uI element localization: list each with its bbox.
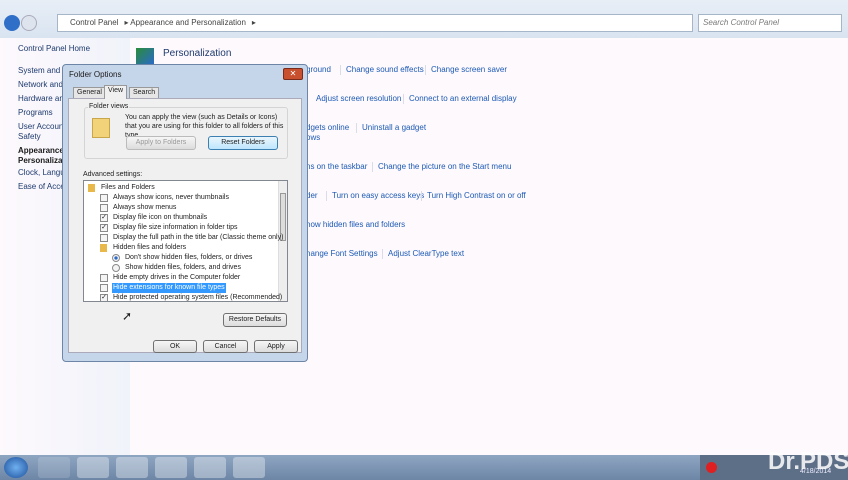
checkbox[interactable]: ✓ [100,214,108,222]
breadcrumb-control-panel[interactable]: Control Panel [70,18,118,27]
checkbox[interactable]: ✓ [100,224,108,232]
setting-label: Always show menus [113,204,177,211]
taskbar-start-icon[interactable] [4,457,28,478]
checkbox[interactable] [100,284,108,292]
separator [326,191,327,201]
task-link[interactable]: Change screen saver [431,65,507,74]
setting-label: Hide extensions for known file types [112,283,226,293]
advanced-settings-label: Advanced settings: [83,171,143,178]
folder-views-icon [92,118,110,138]
separator [372,162,373,172]
leftnav-item[interactable]: Programs [18,108,53,117]
separator [421,191,422,201]
taskbar-explorer-icon[interactable] [77,457,109,478]
breadcrumb-appearance[interactable]: Appearance and Personalization [130,18,246,27]
cancel-button[interactable]: Cancel [203,340,248,353]
checkbox[interactable]: ✓ [100,294,108,301]
checkbox[interactable] [100,204,108,212]
dialog-title: Folder Options [69,70,122,79]
close-button[interactable]: ✕ [283,68,303,80]
forward-button[interactable] [21,15,37,31]
task-link[interactable]: Change sound effects [346,65,424,74]
taskbar-chrome-icon[interactable] [116,457,148,478]
task-link[interactable]: ground [306,65,331,74]
setting-label: Display file icon on thumbnails [113,214,208,221]
setting-label: Files and Folders [101,184,155,191]
section-title: Personalization [163,48,232,59]
separator [356,123,357,133]
mouse-cursor-icon: ➚ [122,309,133,323]
ok-button[interactable]: OK [153,340,197,353]
radio-button[interactable] [112,254,120,262]
task-link[interactable]: Change the picture on the Start menu [378,162,511,171]
task-link[interactable]: Connect to an external display [409,94,517,103]
tab-view[interactable]: View [104,85,128,99]
setting-label: Don't show hidden files, folders, or dri… [125,254,253,261]
setting-label: Display the full path in the title bar (… [113,234,284,241]
setting-label: Display file size information in folder … [113,224,238,231]
setting-label: Hide protected operating system files (R… [113,294,283,301]
restore-defaults-button[interactable]: Restore Defaults [223,313,287,327]
task-link[interactable]: ns on the taskbar [306,162,367,171]
reset-folders-button[interactable]: Reset Folders [208,136,278,150]
separator [382,249,383,259]
folder-icon [88,184,95,192]
separator [425,65,426,75]
task-link[interactable]: Turn High Contrast on or off [427,191,526,200]
leftnav-item[interactable]: Personalizati [18,156,67,165]
task-link[interactable]: Adjust ClearType text [388,249,464,258]
leftnav-item[interactable]: Safety [18,132,41,141]
setting-label: Hidden files and folders [113,244,187,251]
separator [403,94,404,104]
apply-to-folders-button[interactable]: Apply to Folders [126,136,196,150]
leftnav-item[interactable]: System and S [18,66,68,75]
address-bar[interactable]: Control Panel ▸ Appearance and Personaliz… [57,14,693,32]
task-link[interactable]: ows [306,133,320,142]
advanced-settings-list: Files and Folders Always show icons, neve… [83,180,288,302]
folder-icon [100,244,107,252]
leftnav-item[interactable]: Network and [18,80,63,89]
folder-views-label: Folder views [88,103,130,110]
leftnav-item[interactable]: Hardware and [18,94,68,103]
task-link[interactable]: Adjust screen resolution [316,94,401,103]
taskbar-control-panel-icon[interactable] [194,457,226,478]
checkbox[interactable] [100,234,108,242]
apply-button[interactable]: Apply [254,340,298,353]
setting-label: Show hidden files, folders, and drives [125,264,241,271]
leftnav-item[interactable]: Control Panel Home [18,44,90,53]
task-link[interactable]: Turn on easy access keys [332,191,424,200]
stop-icon[interactable] [706,462,717,473]
checkbox[interactable] [100,194,108,202]
window-header: Control Panel ▸ Appearance and Personaliz… [0,0,848,38]
task-link[interactable]: hange Font Settings [306,249,378,258]
setting-label: Always show icons, never thumbnails [113,194,229,201]
setting-label: Hide empty drives in the Computer folder [113,274,241,281]
leftnav-item[interactable]: Clock, Langu [18,168,65,177]
search-input[interactable]: Search Control Panel [698,14,842,32]
taskbar-folder-options-icon[interactable] [233,457,265,478]
taskbar-media-player-icon[interactable] [38,457,70,478]
task-link[interactable]: dgets online [306,123,349,132]
radio-button[interactable] [112,264,120,272]
back-button[interactable] [4,15,20,31]
taskbar-app-icon[interactable] [155,457,187,478]
checkbox[interactable] [100,274,108,282]
separator [340,65,341,75]
personalization-icon [136,48,154,64]
watermark: Dr.PDS [768,448,848,475]
leftnav-item[interactable]: User Account [18,122,66,131]
task-link[interactable]: Uninstall a gadget [362,123,426,132]
task-link[interactable]: how hidden files and folders [306,220,405,229]
